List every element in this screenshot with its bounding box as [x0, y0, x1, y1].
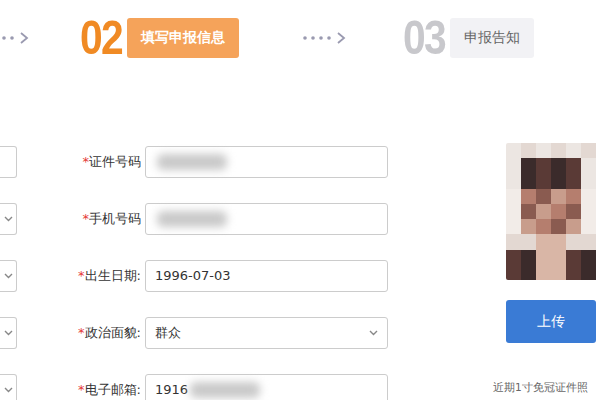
required-mark: * — [78, 382, 85, 397]
field-label: *电子邮箱: — [17, 381, 145, 399]
required-mark: * — [78, 325, 85, 340]
declaration-form: *证件号码*手机号码*出生日期:1996-07-03*政治面貌:群众*电子邮箱:… — [0, 133, 388, 400]
chevron-down-icon — [4, 273, 13, 279]
label-text: 电子邮箱: — [85, 382, 141, 397]
field-value: 1996-07-03 — [155, 268, 231, 283]
text-field[interactable] — [145, 203, 388, 235]
chevron-down-icon — [4, 216, 13, 222]
field-value: 1916 — [155, 382, 188, 397]
partial-field[interactable] — [0, 146, 17, 178]
required-mark: * — [83, 154, 90, 169]
step: 03申报告知 — [403, 14, 534, 62]
step-bar: 02填写申报信息 03申报告知 — [0, 0, 600, 76]
required-mark: * — [78, 268, 85, 283]
chevron-down-icon — [4, 387, 13, 393]
label-text: 手机号码 — [89, 211, 141, 226]
field-label: *政治面貌: — [17, 324, 145, 342]
arrow-icon — [301, 32, 347, 44]
field-label: *证件号码 — [17, 153, 145, 171]
step: 02填写申报信息 — [80, 14, 239, 62]
step-label: 填写申报信息 — [127, 18, 239, 58]
step-label: 申报告知 — [450, 18, 534, 58]
blurred-value — [190, 382, 260, 398]
select-field[interactable]: 群众 — [145, 317, 388, 349]
text-field[interactable]: 1916 — [145, 374, 388, 400]
photo-panel: 上传近期1寸免冠证件照 — [493, 133, 596, 400]
upload-button[interactable]: 上传 — [506, 300, 596, 343]
blurred-value — [157, 154, 227, 170]
partial-field[interactable] — [0, 374, 17, 400]
text-field[interactable]: 1996-07-03 — [145, 260, 388, 292]
field-value: 群众 — [155, 324, 181, 342]
label-text: 政治面貌: — [85, 325, 141, 340]
blurred-value — [157, 211, 227, 227]
field-label: *手机号码 — [17, 210, 145, 228]
text-field[interactable] — [145, 146, 388, 178]
partial-field[interactable] — [0, 203, 17, 235]
required-mark: * — [83, 211, 90, 226]
step-number: 03 — [403, 14, 440, 62]
partial-field[interactable] — [0, 317, 17, 349]
field-label: *出生日期: — [17, 267, 145, 285]
label-text: 证件号码 — [89, 154, 141, 169]
chevron-down-icon — [369, 330, 378, 336]
chevron-down-icon — [4, 330, 13, 336]
arrow-icon — [0, 32, 30, 44]
label-text: 出生日期: — [85, 268, 141, 283]
partial-field[interactable] — [0, 260, 17, 292]
step-number: 02 — [80, 14, 117, 62]
id-photo — [506, 143, 596, 280]
photo-hint: 近期1寸免冠证件照 — [493, 381, 596, 395]
